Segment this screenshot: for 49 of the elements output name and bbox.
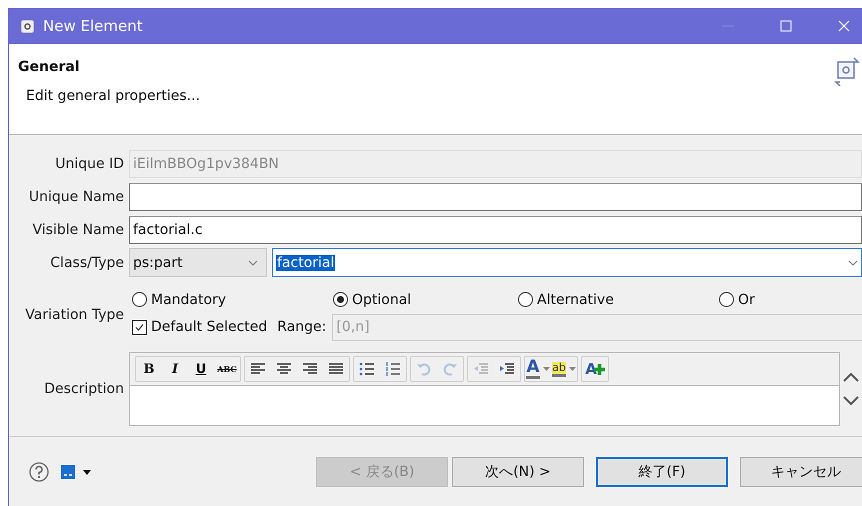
caret-icon	[542, 367, 550, 371]
range-label: Range:	[277, 319, 326, 335]
underline-button[interactable]: U	[188, 357, 214, 381]
checkbox[interactable]: Default Selected	[132, 319, 268, 335]
close-icon[interactable]	[838, 20, 850, 32]
window-title: New Element	[43, 17, 143, 35]
field-label: Class/Type	[49, 254, 125, 270]
align-right-icon	[302, 362, 318, 376]
field-label: Visible Name	[32, 222, 125, 238]
class-dropdown[interactable]: ps:part	[129, 248, 267, 277]
numbered-list-icon	[385, 362, 401, 376]
field-label: Description	[43, 381, 125, 397]
page-description: Edit general properties...	[25, 87, 200, 104]
highlight-button[interactable]: ab	[551, 357, 577, 381]
field-label: Unique ID	[54, 156, 125, 172]
checkmark-icon	[134, 322, 145, 332]
outdent-icon	[473, 362, 489, 376]
justify-icon	[328, 362, 344, 376]
app-icon	[21, 20, 34, 32]
radio-button[interactable]: Optional	[333, 292, 518, 308]
bold-button[interactable]: B	[136, 357, 162, 381]
strikethrough-button[interactable]: ABC	[214, 357, 240, 381]
scroll-down-icon[interactable]	[843, 396, 859, 406]
caret-icon	[848, 260, 858, 266]
dialog-button[interactable]: 終了(F)	[596, 456, 728, 486]
align-left-icon	[250, 362, 266, 376]
caret-icon	[568, 367, 576, 371]
font-color-button[interactable]: A	[525, 357, 551, 381]
bullet-list-icon	[359, 362, 375, 376]
scroll-up-icon[interactable]	[843, 372, 859, 382]
field-label: Variation Type	[24, 306, 125, 322]
redo-icon	[442, 362, 458, 376]
radio-button[interactable]: Mandatory	[132, 292, 333, 308]
type-combo[interactable]: factorial	[272, 248, 862, 277]
dialog-button[interactable]: キャンセル	[740, 456, 862, 486]
field-label: Unique Name	[28, 188, 125, 204]
radio-button[interactable]: Or	[719, 292, 862, 308]
italic-button[interactable]: I	[162, 357, 188, 381]
dialog-button[interactable]: 次へ(N) >	[452, 456, 584, 486]
maximize-icon[interactable]	[780, 20, 792, 32]
text-field[interactable]: factorial.c	[129, 216, 862, 244]
page-title: General	[17, 58, 81, 75]
align-center-icon	[276, 362, 292, 376]
text-field[interactable]	[129, 182, 862, 210]
undo-icon	[416, 362, 432, 376]
radio-button[interactable]: Alternative	[518, 292, 719, 308]
caret-icon	[248, 260, 258, 266]
help-icon[interactable]	[29, 462, 49, 482]
indent-icon	[499, 362, 515, 376]
